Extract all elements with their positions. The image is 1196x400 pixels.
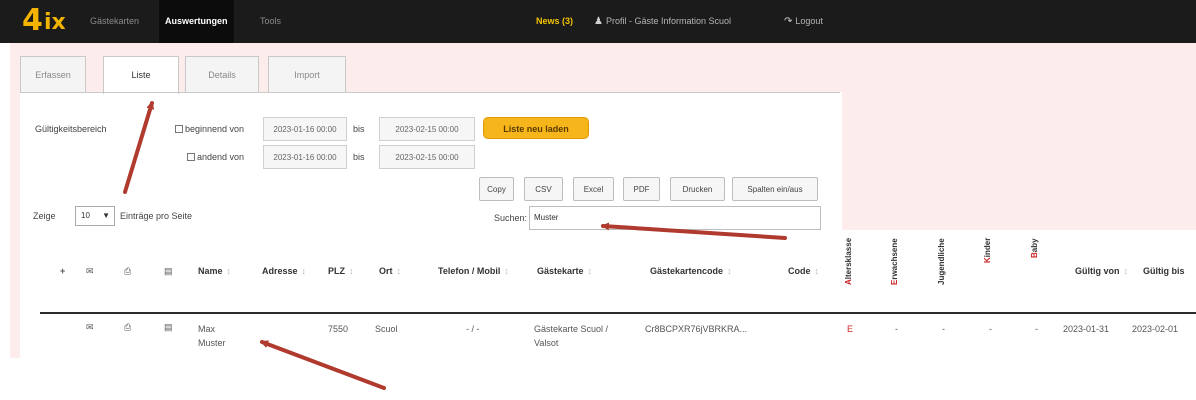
arrow-to-liste-tab <box>123 101 155 194</box>
arrow-to-search <box>601 222 787 240</box>
arrow-to-result-row <box>260 340 386 390</box>
annotation-arrows <box>123 101 787 390</box>
